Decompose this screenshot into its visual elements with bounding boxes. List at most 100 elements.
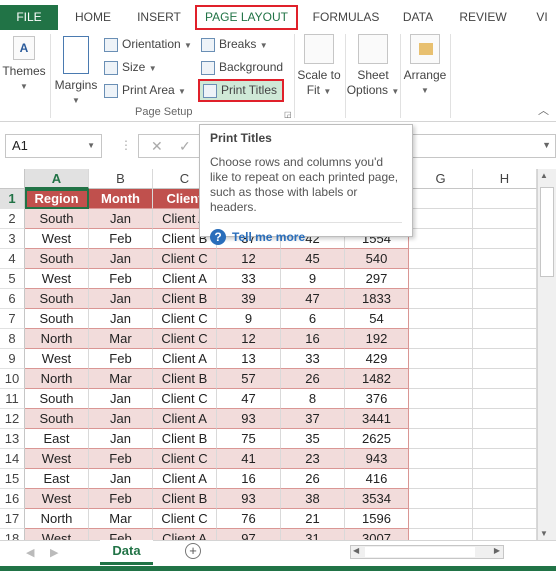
cell[interactable]: [409, 349, 473, 369]
cell[interactable]: [409, 289, 473, 309]
cell[interactable]: [473, 189, 537, 209]
column-header-A[interactable]: A: [25, 169, 89, 189]
active-cell[interactable]: Region: [25, 189, 89, 209]
cell[interactable]: 54: [345, 309, 409, 329]
cell[interactable]: 93: [217, 489, 281, 509]
row-header[interactable]: 17: [0, 509, 25, 529]
cell[interactable]: [473, 289, 537, 309]
cell[interactable]: [409, 269, 473, 289]
cell[interactable]: 6: [281, 309, 345, 329]
cell[interactable]: South: [25, 289, 89, 309]
tab-insert[interactable]: INSERT: [128, 5, 190, 30]
cell[interactable]: West: [25, 449, 89, 469]
prev-sheet-icon[interactable]: ◀: [26, 546, 34, 559]
sheet-options-button[interactable]: Sheet Options ▼: [346, 34, 400, 99]
sheet-tab-data[interactable]: Data: [100, 540, 153, 565]
cell[interactable]: [473, 389, 537, 409]
row-header[interactable]: 5: [0, 269, 25, 289]
row-header[interactable]: 15: [0, 469, 25, 489]
tab-home[interactable]: HOME: [64, 5, 122, 30]
print-area-button[interactable]: Print Area ▼: [104, 80, 186, 100]
cell[interactable]: East: [25, 429, 89, 449]
cancel-icon[interactable]: ✕: [151, 138, 163, 155]
row-header[interactable]: 10: [0, 369, 25, 389]
cell[interactable]: Client C: [153, 329, 217, 349]
breaks-button[interactable]: Breaks ▼: [201, 34, 268, 54]
cell[interactable]: South: [25, 389, 89, 409]
row-header[interactable]: 12: [0, 409, 25, 429]
row-header[interactable]: 2: [0, 209, 25, 229]
column-header-G[interactable]: G: [409, 169, 473, 189]
add-sheet-icon[interactable]: +: [185, 543, 201, 559]
cell[interactable]: 1596: [345, 509, 409, 529]
cell[interactable]: 37: [281, 409, 345, 429]
scroll-down-icon[interactable]: ▼: [540, 529, 548, 538]
enter-icon[interactable]: ✓: [179, 138, 191, 155]
orientation-button[interactable]: Orientation ▼: [104, 34, 192, 54]
cell[interactable]: [473, 209, 537, 229]
cell[interactable]: [473, 369, 537, 389]
row-header[interactable]: 9: [0, 349, 25, 369]
tab-page-layout[interactable]: PAGE LAYOUT: [195, 5, 298, 30]
cell[interactable]: 26: [281, 469, 345, 489]
cell[interactable]: 429: [345, 349, 409, 369]
collapse-ribbon-icon[interactable]: ︿: [538, 102, 549, 118]
cell[interactable]: [409, 489, 473, 509]
cell[interactable]: 47: [281, 289, 345, 309]
row-header[interactable]: 14: [0, 449, 25, 469]
cell[interactable]: 16: [217, 469, 281, 489]
cell[interactable]: Client B: [153, 429, 217, 449]
cell[interactable]: 1482: [345, 369, 409, 389]
cell[interactable]: Jan: [89, 249, 153, 269]
cell[interactable]: 35: [281, 429, 345, 449]
cell[interactable]: [409, 389, 473, 409]
cell[interactable]: Jan: [89, 289, 153, 309]
scroll-right-icon[interactable]: ▶: [494, 546, 500, 555]
tab-formulas[interactable]: FORMULAS: [305, 5, 387, 30]
cell[interactable]: 75: [217, 429, 281, 449]
cell[interactable]: [473, 329, 537, 349]
cell[interactable]: Feb: [89, 349, 153, 369]
cell[interactable]: [409, 309, 473, 329]
column-header-B[interactable]: B: [89, 169, 153, 189]
cell[interactable]: East: [25, 469, 89, 489]
tab-file[interactable]: FILE: [0, 5, 58, 30]
cell[interactable]: [409, 209, 473, 229]
cell[interactable]: 3441: [345, 409, 409, 429]
cell[interactable]: 540: [345, 249, 409, 269]
column-header-H[interactable]: H: [473, 169, 537, 189]
cell[interactable]: [409, 509, 473, 529]
tell-me-more-link[interactable]: ? Tell me more: [210, 222, 402, 245]
cell[interactable]: Jan: [89, 209, 153, 229]
cell[interactable]: 39: [217, 289, 281, 309]
cell[interactable]: Client A: [153, 269, 217, 289]
cell[interactable]: 26: [281, 369, 345, 389]
row-header[interactable]: 11: [0, 389, 25, 409]
cell[interactable]: 57: [217, 369, 281, 389]
cell[interactable]: [473, 449, 537, 469]
name-box[interactable]: A1 ▼: [5, 134, 102, 158]
row-header[interactable]: 6: [0, 289, 25, 309]
cell[interactable]: 3534: [345, 489, 409, 509]
cell[interactable]: 41: [217, 449, 281, 469]
cell[interactable]: [409, 229, 473, 249]
cell[interactable]: North: [25, 509, 89, 529]
cell[interactable]: [473, 349, 537, 369]
cell[interactable]: [473, 509, 537, 529]
cell[interactable]: West: [25, 349, 89, 369]
scroll-thumb[interactable]: [540, 187, 554, 277]
cell[interactable]: South: [25, 209, 89, 229]
cell[interactable]: 376: [345, 389, 409, 409]
tab-review[interactable]: REVIEW: [452, 5, 514, 30]
cell[interactable]: 13: [217, 349, 281, 369]
cell[interactable]: 943: [345, 449, 409, 469]
cell[interactable]: Client B: [153, 369, 217, 389]
cell[interactable]: 76: [217, 509, 281, 529]
cell[interactable]: 12: [217, 329, 281, 349]
cell[interactable]: Month: [89, 189, 153, 209]
row-header[interactable]: 1: [0, 189, 25, 209]
cell[interactable]: 416: [345, 469, 409, 489]
hscroll-thumb[interactable]: [365, 547, 475, 557]
cell[interactable]: 45: [281, 249, 345, 269]
scale-to-fit-button[interactable]: Scale to Fit ▼: [296, 34, 342, 99]
